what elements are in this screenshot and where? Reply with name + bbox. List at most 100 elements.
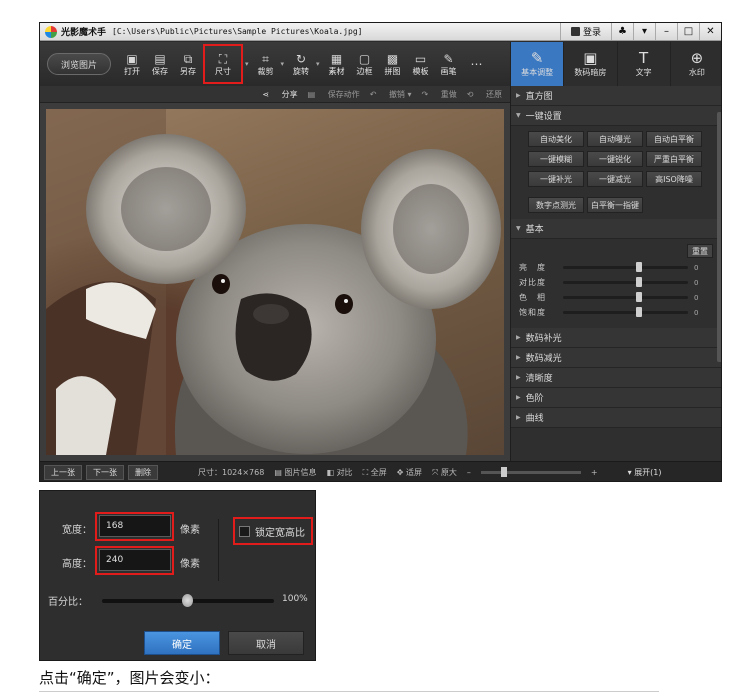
crop-dropdown-icon[interactable]: ▾ [281,60,285,68]
fit-screen-button[interactable]: ✥ 适屏 [397,467,422,478]
login-button[interactable]: 登录 [559,23,611,40]
collage-button[interactable]: ▩ 拼图 [380,44,406,84]
menu-button[interactable]: ▾ [633,23,655,40]
one-click-sharpen-button[interactable]: 一键锐化 [587,151,643,167]
section-digital-reduce-light[interactable]: ▶ 数码减光 [511,348,721,368]
one-click-fill-light-button[interactable]: 一键补光 [528,171,584,187]
contrast-slider[interactable] [563,277,688,287]
saturation-value: 0 [694,308,699,317]
image-info-button[interactable]: ▤ 图片信息 [274,467,316,478]
resize-dropdown-icon[interactable]: ▾ [245,60,249,68]
reset-button[interactable]: 重置 [687,244,713,258]
tab-darkroom[interactable]: ▣ 数码暗房 [563,42,616,86]
width-input[interactable] [99,515,171,537]
spot-metering-button[interactable]: 数字点测光 [528,197,584,213]
high-iso-denoise-button[interactable]: 高ISO降噪 [646,171,702,187]
share-button[interactable]: ⋖ 分享 [262,89,297,100]
section-curves[interactable]: ▶ 曲线 [511,408,721,428]
zoom-in-button[interactable]: + [591,468,598,477]
original-size-button[interactable]: ⤧ 原大 [432,467,457,478]
resize-button[interactable]: ⛶ 尺寸 [203,44,243,84]
bottom-bar: 上一张 下一张 删除 尺寸：1024×768 ▤ 图片信息 ◧ 对比 ⛶ 全屏 … [40,461,721,481]
panel-scrollbar[interactable] [717,112,721,362]
white-balance-picker-button[interactable]: 白平衡一指键 [587,197,643,213]
maximize-button[interactable]: □ [677,23,699,40]
close-button[interactable]: ✕ [699,23,721,40]
darkroom-icon: ▣ [583,49,598,67]
hue-label: 色 相 [519,293,546,302]
undo-button[interactable]: ↶ 撤销 ▾ [370,89,412,100]
save-action-button[interactable]: ▤ 保存动作 [308,89,360,100]
original-size-label: 原大 [440,467,457,477]
adjust-icon: ✎ [530,49,544,67]
open-button[interactable]: ▣ 打开 [119,44,145,84]
section-levels[interactable]: ▶ 色阶 [511,388,721,408]
save-as-button[interactable]: ⧉ 另存 [175,44,201,84]
collapsed-triangle-icon: ▶ [516,374,521,381]
resize-dialog: 宽度： 像素 高度： 像素 锁定宽高比 百分比： 100% 确定 取消 [39,490,316,661]
open-label: 打开 [124,66,140,76]
zoom-out-button[interactable]: – [467,468,471,477]
brush-button[interactable]: ✎ 画笔 [436,44,462,84]
hue-slider[interactable] [563,292,688,302]
zoom-thumb[interactable] [500,466,507,477]
user-icon [570,27,580,36]
skin-button[interactable]: ♣ [611,23,633,40]
section-basic[interactable]: ▼ 基本 [511,219,721,239]
slider-thumb[interactable] [635,277,642,287]
previous-button[interactable]: 上一张 [44,464,82,480]
strong-white-balance-button[interactable]: 严重白平衡 [646,151,702,167]
minimize-button[interactable]: – [655,23,677,40]
one-click-blur-button[interactable]: 一键模糊 [528,151,584,167]
more-tools-button[interactable]: ⋯ [464,44,490,84]
auto-beautify-button[interactable]: 自动美化 [528,131,584,147]
template-button[interactable]: ▭ 模板 [408,44,434,84]
reset-row: 重置 [511,239,721,260]
compare-button[interactable]: ◧ 对比 [326,467,352,478]
slider-thumb[interactable] [635,307,642,317]
image-size: 尺寸：1024×768 [198,467,265,477]
delete-button[interactable]: 删除 [128,464,158,480]
next-button[interactable]: 下一张 [86,464,124,480]
tab-text[interactable]: T 文字 [616,42,670,86]
tab-watermark[interactable]: ⊕ 水印 [669,42,721,86]
tab-basic-adjust[interactable]: ✎ 基本调整 [510,42,564,86]
save-button[interactable]: ▤ 保存 [147,44,173,84]
height-input[interactable] [99,549,171,571]
slider-thumb[interactable] [635,262,642,272]
redo-button[interactable]: ↷ 重做 [422,89,457,100]
border-button[interactable]: ▢ 边框 [352,44,378,84]
section-one-click[interactable]: ▼ 一键设置 [511,106,721,126]
lock-aspect-checkbox[interactable] [239,525,250,537]
saturation-slider[interactable] [563,307,688,317]
percent-slider-thumb[interactable] [182,594,193,607]
rotate-dropdown-icon[interactable]: ▾ [316,60,320,68]
expand-button[interactable]: ▾ 展开(1) [628,467,662,478]
fullscreen-button[interactable]: ⛶ 全屏 [363,467,387,478]
zoom-slider[interactable] [480,466,581,477]
rotate-button[interactable]: ↻ 旋转 [288,44,314,84]
percent-slider[interactable] [102,594,274,607]
crop-button[interactable]: ⌗ 裁剪 [253,44,279,84]
section-clarity-label: 清晰度 [525,374,553,384]
auto-white-balance-button[interactable]: 自动白平衡 [646,131,702,147]
section-histogram[interactable]: ▶ 直方图 [511,86,721,106]
section-digital-fill-light[interactable]: ▶ 数码补光 [511,328,721,348]
lock-aspect-ratio-toggle[interactable]: 锁定宽高比 [233,517,313,545]
lock-aspect-label: 锁定宽高比 [255,527,305,539]
image-canvas[interactable] [40,103,510,461]
auto-exposure-button[interactable]: 自动曝光 [587,131,643,147]
one-click-reduce-light-button[interactable]: 一键减光 [587,171,643,187]
app-name: 光影魔术手 [61,28,107,38]
collage-label: 拼图 [384,66,401,76]
material-button[interactable]: ▦ 素材 [324,44,350,84]
restore-button[interactable]: ⟲ 还原 [467,89,502,100]
ok-button[interactable]: 确定 [144,631,220,655]
slider-thumb[interactable] [635,292,642,302]
rotate-label: 旋转 [293,66,310,76]
border-label: 边框 [356,66,373,76]
browse-images-button[interactable]: 浏览图片 [47,53,111,75]
cancel-button[interactable]: 取消 [228,631,304,655]
brightness-slider[interactable] [563,262,688,272]
section-clarity[interactable]: ▶ 清晰度 [511,368,721,388]
